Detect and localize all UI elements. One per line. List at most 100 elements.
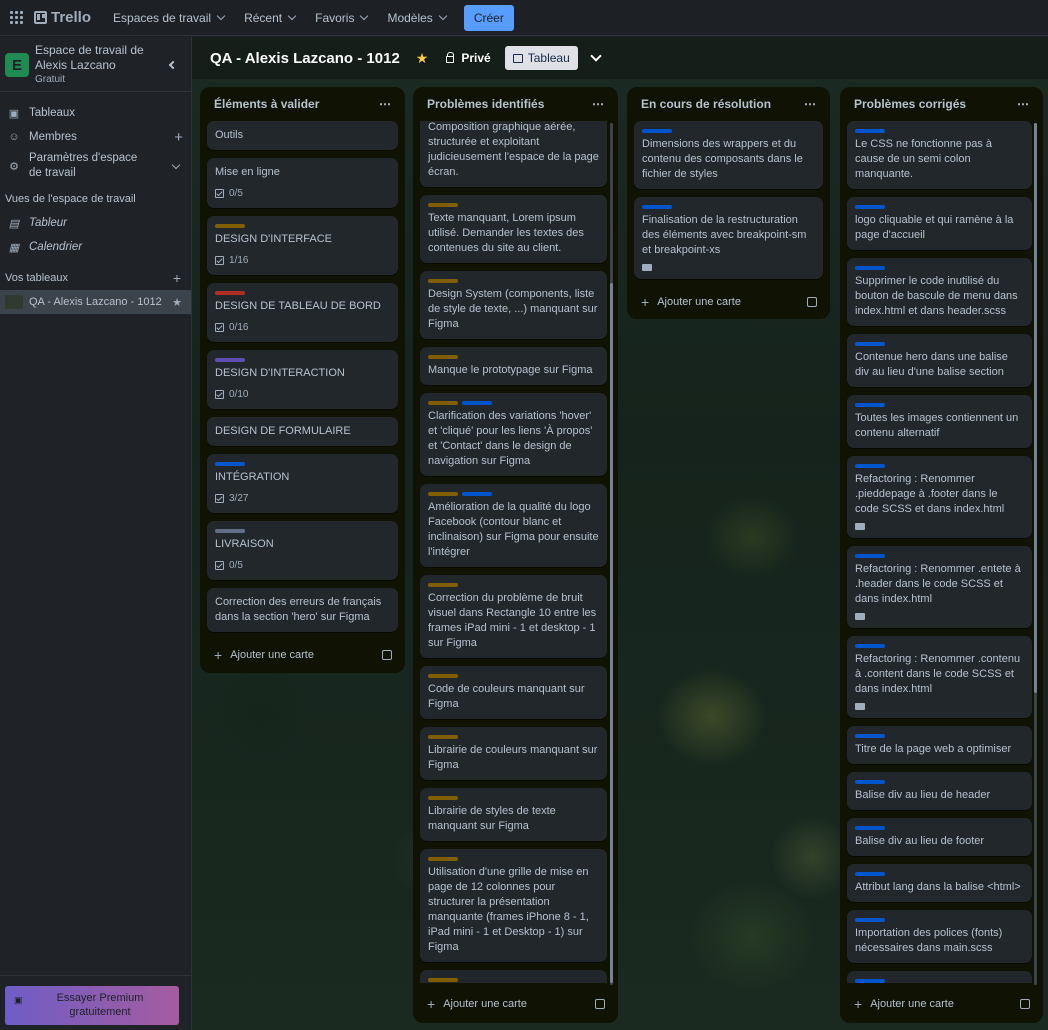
add-card-button[interactable]: + Ajouter une carte <box>847 989 1036 1019</box>
card[interactable]: Librairie de couleurs manquant sur Figma <box>420 727 607 780</box>
card-label[interactable] <box>642 129 672 133</box>
list-scrollbar[interactable] <box>1034 123 1037 985</box>
card-label[interactable] <box>428 978 458 982</box>
list-scrollbar[interactable] <box>610 123 613 985</box>
list-scroll-area[interactable]: Le CSS ne fonctionne pas à cause de un s… <box>847 121 1032 983</box>
card-label[interactable] <box>215 529 245 533</box>
card[interactable]: Suppression de louis-lajoie.jpg : Inutil… <box>847 971 1032 983</box>
card-label[interactable] <box>855 464 885 468</box>
card-label[interactable] <box>855 342 885 346</box>
card-label[interactable] <box>855 734 885 738</box>
card-label[interactable] <box>428 355 458 359</box>
trello-logo[interactable]: Trello <box>34 9 91 26</box>
add-card-button[interactable]: + Ajouter une carte <box>634 287 823 317</box>
chevron-down-icon[interactable] <box>590 50 602 62</box>
card-label[interactable] <box>855 644 885 648</box>
menu-starred[interactable]: Favoris <box>307 4 375 32</box>
more-icon[interactable]: ⋯ <box>804 97 817 111</box>
menu-workspaces[interactable]: Espaces de travail <box>105 4 232 32</box>
workspace-avatar[interactable]: E <box>5 53 29 77</box>
card-label[interactable] <box>428 735 458 739</box>
menu-templates[interactable]: Modèles <box>379 4 453 32</box>
sidebar-item-settings[interactable]: ⚙ Paramètres d'espace de travail <box>0 149 191 183</box>
card-label[interactable] <box>855 205 885 209</box>
card[interactable]: Contenue hero dans une balise div au lie… <box>847 334 1032 387</box>
card[interactable]: INTÉGRATION 3/27 <box>207 454 398 513</box>
card-label[interactable] <box>428 583 458 587</box>
sidebar-board-item[interactable]: QA - Alexis Lazcano - 1012 ★ <box>0 290 191 314</box>
card-label[interactable] <box>855 554 885 558</box>
card[interactable]: DESIGN DE TABLEAU DE BORD 0/16 <box>207 283 398 342</box>
template-icon[interactable] <box>807 297 817 307</box>
sidebar-item-calendar-view[interactable]: ▦ Calendrier <box>0 235 191 259</box>
card[interactable]: DESIGN D'INTERFACE 1/16 <box>207 216 398 275</box>
sidebar-item-boards[interactable]: ▣ Tableaux <box>0 101 191 125</box>
card-label[interactable] <box>215 291 245 295</box>
card-label[interactable] <box>855 129 885 133</box>
visibility-button[interactable]: Privé <box>446 51 491 65</box>
add-board-icon[interactable]: + <box>173 270 181 286</box>
card[interactable]: Toutes les images contiennent un contenu… <box>847 395 1032 448</box>
list-title[interactable]: En cours de résolution <box>641 97 771 111</box>
more-icon[interactable]: ⋯ <box>592 97 605 111</box>
card[interactable]: Importation des polices (fonts) nécessai… <box>847 910 1032 963</box>
card[interactable]: Attribut lang dans la balise <html> <box>847 864 1032 902</box>
view-switcher-button[interactable]: Tableau <box>504 46 578 70</box>
card[interactable]: Texte manquant, Lorem ipsum utilisé. Dem… <box>420 195 607 263</box>
card[interactable]: Outils <box>207 121 398 150</box>
add-card-button[interactable]: + Ajouter une carte <box>207 640 398 670</box>
star-icon[interactable]: ★ <box>172 296 182 309</box>
more-icon[interactable]: ⋯ <box>1017 97 1030 111</box>
workspace-name[interactable]: Espace de travail de Alexis Lazcano <box>35 43 155 73</box>
app-switcher-icon[interactable] <box>8 10 24 26</box>
card[interactable]: Le CSS ne fonctionne pas à cause de un s… <box>847 121 1032 189</box>
card[interactable]: Refactoring : Renommer .entete à .header… <box>847 546 1032 628</box>
sidebar-item-table-view[interactable]: ▤ Tableur <box>0 211 191 235</box>
create-button[interactable]: Créer <box>463 4 514 31</box>
template-icon[interactable] <box>382 650 392 660</box>
card[interactable]: Composition graphique aérée, structurée … <box>420 121 607 187</box>
card-label[interactable] <box>855 872 885 876</box>
card[interactable]: Dimensions des wrappers et du contenu de… <box>634 121 823 189</box>
card[interactable]: LIVRAISON 0/5 <box>207 521 398 580</box>
list-title[interactable]: Problèmes identifiés <box>427 97 544 111</box>
card-label[interactable] <box>215 224 245 228</box>
card[interactable]: Amélioration de la qualité du logo Faceb… <box>420 484 607 567</box>
card[interactable]: Supprimer le code inutilisé du bouton de… <box>847 258 1032 326</box>
card-label[interactable] <box>855 826 885 830</box>
card-label[interactable] <box>855 918 885 922</box>
card-label[interactable] <box>215 358 245 362</box>
try-premium-button[interactable]: ▣ Essayer Premium gratuitement <box>5 986 179 1025</box>
card-label[interactable] <box>855 780 885 784</box>
card-label[interactable] <box>642 205 672 209</box>
card-label[interactable] <box>428 857 458 861</box>
card[interactable]: Correction du problème de bruit visuel d… <box>420 575 607 658</box>
board-title[interactable]: QA - Alexis Lazcano - 1012 <box>210 50 400 67</box>
card-label[interactable] <box>855 979 885 983</box>
card-label[interactable] <box>462 492 492 496</box>
list-title[interactable]: Problèmes corrigés <box>854 97 966 111</box>
add-card-button[interactable]: + Ajouter une carte <box>420 989 611 1019</box>
card-label[interactable] <box>855 266 885 270</box>
card[interactable]: Clarification des variations 'hover' et … <box>420 393 607 476</box>
card-label[interactable] <box>428 674 458 678</box>
card[interactable]: Balise div au lieu de header <box>847 772 1032 810</box>
card[interactable]: logo cliquable et qui ramène à la page d… <box>847 197 1032 250</box>
card[interactable]: Manque le prototypage sur Figma <box>420 347 607 385</box>
card-label[interactable] <box>428 492 458 496</box>
template-icon[interactable] <box>595 999 605 1009</box>
card[interactable]: Correction des erreurs de français dans … <box>420 970 607 983</box>
card[interactable]: Finalisation de la restructuration des é… <box>634 197 823 279</box>
card[interactable]: DESIGN DE FORMULAIRE <box>207 417 398 446</box>
card[interactable]: Mise en ligne 0/5 <box>207 158 398 208</box>
card-label[interactable] <box>428 796 458 800</box>
star-icon[interactable]: ★ <box>416 50 429 67</box>
card[interactable]: Code de couleurs manquant sur Figma <box>420 666 607 719</box>
card[interactable]: Titre de la page web a optimiser <box>847 726 1032 764</box>
card[interactable]: Refactoring : Renommer .contenu à .conte… <box>847 636 1032 718</box>
card-label[interactable] <box>215 462 245 466</box>
card[interactable]: Utilisation d'une grille de mise en page… <box>420 849 607 962</box>
sidebar-item-members[interactable]: ☺ Membres + <box>0 125 191 149</box>
card-label[interactable] <box>855 403 885 407</box>
card-label[interactable] <box>462 401 492 405</box>
